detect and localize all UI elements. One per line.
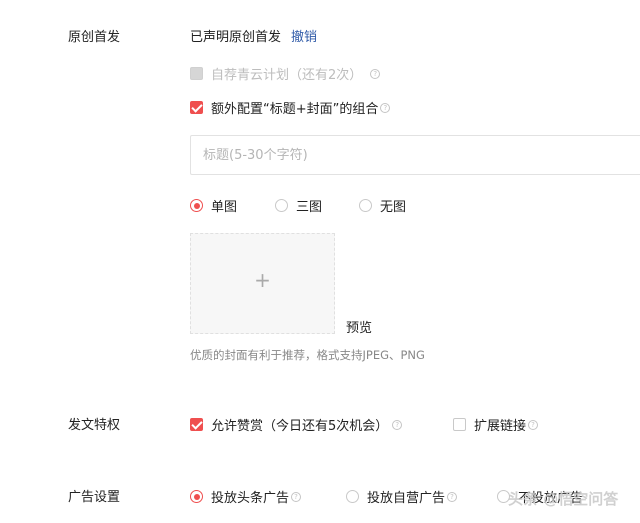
qingyun-help-icon[interactable]: ?: [370, 68, 381, 79]
extend-link-help-icon[interactable]: ?: [528, 419, 539, 430]
extend-link-label: 扩展链接: [474, 419, 527, 434]
cover-single-radio[interactable]: [190, 199, 203, 212]
cover-single-label: 单图: [211, 200, 238, 215]
extra-config-option[interactable]: 额外配置“标题+封面”的组合 ?: [190, 98, 391, 117]
cover-upload-box[interactable]: +: [190, 233, 335, 334]
cover-option-none[interactable]: 无图: [359, 196, 406, 215]
watermark: 头条 @悟空问答: [508, 490, 619, 508]
cover-none-radio[interactable]: [359, 199, 372, 212]
plus-icon: +: [254, 268, 271, 292]
cover-triple-label: 三图: [296, 200, 323, 215]
allow-tip-help-icon[interactable]: ?: [392, 419, 403, 430]
qingyun-checkbox: [190, 67, 203, 80]
cover-option-single[interactable]: 单图: [190, 196, 237, 215]
ads-option-toutiao[interactable]: 投放头条广告 ?: [190, 487, 302, 506]
ads-self-radio[interactable]: [346, 490, 359, 503]
original-label: 原创首发: [68, 30, 121, 45]
preview-label[interactable]: 预览: [346, 317, 372, 336]
extra-config-label: 额外配置“标题+封面”的组合: [211, 102, 379, 117]
extra-config-checkbox[interactable]: [190, 101, 203, 114]
ads-self-help-icon[interactable]: ?: [447, 491, 458, 502]
cover-none-label: 无图: [380, 200, 407, 215]
allow-tip-label: 允许赞赏（今日还有5次机会）: [211, 419, 389, 434]
ads-toutiao-help-icon[interactable]: ?: [291, 491, 302, 502]
extend-link-option[interactable]: 扩展链接 ?: [453, 415, 539, 434]
cover-hint: 优质的封面有利于推荐，格式支持JPEG、PNG: [190, 348, 425, 362]
ads-toutiao-radio[interactable]: [190, 490, 203, 503]
cover-option-triple[interactable]: 三图: [275, 196, 322, 215]
title-input[interactable]: [190, 135, 640, 175]
revoke-link[interactable]: 撤销: [291, 26, 317, 45]
allow-tip-checkbox[interactable]: [190, 418, 203, 431]
extend-link-checkbox[interactable]: [453, 418, 466, 431]
extra-config-help-icon[interactable]: ?: [380, 102, 391, 113]
qingyun-label: 自荐青云计划（还有2次）: [211, 68, 363, 83]
ads-option-self[interactable]: 投放自营广告 ?: [346, 487, 458, 506]
allow-tip-option[interactable]: 允许赞赏（今日还有5次机会） ?: [190, 415, 403, 434]
qingyun-option: 自荐青云计划（还有2次） ?: [190, 64, 381, 83]
original-declared-text: 已声明原创首发: [190, 30, 282, 45]
cover-triple-radio[interactable]: [275, 199, 288, 212]
privileges-label: 发文特权: [68, 418, 121, 433]
ads-self-label: 投放自营广告: [367, 491, 446, 506]
ads-toutiao-label: 投放头条广告: [211, 491, 290, 506]
ads-label: 广告设置: [68, 490, 121, 505]
